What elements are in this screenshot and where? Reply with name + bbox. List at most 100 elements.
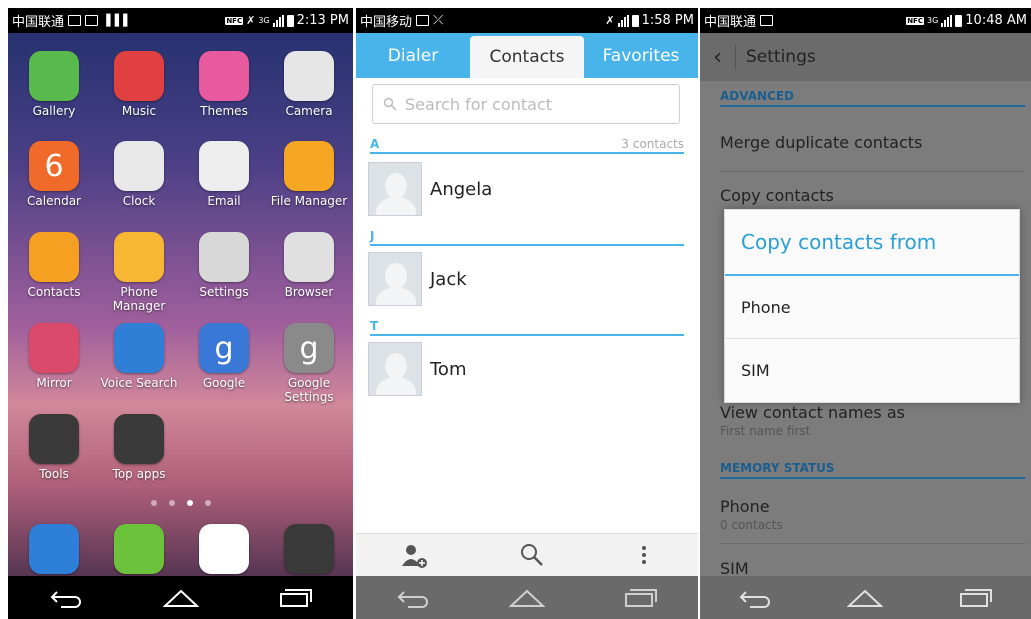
recents-button[interactable] bbox=[623, 586, 659, 610]
home-button[interactable] bbox=[509, 586, 545, 610]
app-gallery[interactable]: Gallery bbox=[11, 51, 97, 118]
clock-icon bbox=[114, 141, 164, 191]
dock-phone[interactable] bbox=[11, 524, 97, 574]
recents-button[interactable] bbox=[278, 586, 314, 610]
app-camera[interactable]: Camera bbox=[266, 51, 352, 118]
battery-icon bbox=[631, 14, 639, 27]
more-options-button[interactable] bbox=[634, 540, 654, 570]
phone-memory-item[interactable]: Phone 0 contacts bbox=[720, 497, 1025, 532]
contacts-tabs: Dialer Contacts Favorites bbox=[356, 33, 698, 78]
tab-dialer[interactable]: Dialer bbox=[356, 33, 470, 78]
app-label: Email bbox=[207, 194, 241, 208]
back-arrow-icon[interactable]: ‹ bbox=[700, 44, 736, 70]
app-calendar[interactable]: 6 Calendar bbox=[11, 141, 97, 208]
battery-icon bbox=[286, 14, 294, 27]
dock-play-store[interactable] bbox=[181, 524, 267, 574]
barcode-notification-icon: ▐▐▐ bbox=[102, 14, 128, 27]
mute-icon: ✗ bbox=[605, 14, 615, 27]
phone-memory-label: Phone bbox=[720, 497, 770, 516]
contact-row-jack[interactable]: Jack bbox=[368, 251, 688, 307]
search-input[interactable]: Search for contact bbox=[372, 84, 680, 124]
contact-row-angela[interactable]: Angela bbox=[368, 161, 688, 217]
tab-favorites[interactable]: Favorites bbox=[584, 33, 698, 78]
merge-duplicates-item[interactable]: Merge duplicate contacts bbox=[720, 133, 1025, 152]
app-label: Google Settings bbox=[284, 376, 334, 404]
add-contact-button[interactable] bbox=[400, 540, 430, 570]
search-button[interactable] bbox=[517, 540, 547, 570]
settings-header: ‹ Settings bbox=[700, 33, 1031, 81]
app-themes[interactable]: Themes bbox=[181, 51, 267, 118]
app-label: Themes bbox=[200, 104, 248, 118]
app-music[interactable]: Music bbox=[96, 51, 182, 118]
section-header-advanced: ADVANCED bbox=[720, 89, 1025, 107]
contacts-icon bbox=[29, 232, 79, 282]
back-button[interactable] bbox=[48, 586, 84, 610]
app-email[interactable]: Email bbox=[181, 141, 267, 208]
tab-contacts[interactable]: Contacts bbox=[470, 36, 584, 78]
play-store-icon bbox=[199, 524, 249, 574]
page-dot-active bbox=[186, 500, 193, 506]
home-button[interactable] bbox=[847, 586, 884, 610]
alert-notification-icon bbox=[85, 15, 99, 26]
carrier-label: 中国联通 bbox=[704, 15, 757, 30]
app-label: Tools bbox=[39, 467, 69, 481]
app-phone-manager[interactable]: Phone Manager bbox=[96, 232, 182, 313]
dock-google-apps-folder[interactable] bbox=[266, 524, 352, 574]
view-names-label: View contact names as bbox=[720, 403, 905, 422]
section-letter: J bbox=[370, 229, 375, 243]
page-dot bbox=[150, 500, 157, 506]
app-label: Camera bbox=[285, 104, 333, 118]
contact-name: Jack bbox=[430, 268, 467, 290]
tools-folder-icon bbox=[29, 414, 79, 464]
clock-time: 1:58 PM bbox=[641, 13, 694, 28]
home-button[interactable] bbox=[162, 586, 199, 610]
avatar bbox=[368, 162, 422, 216]
back-button[interactable] bbox=[395, 586, 431, 610]
signal-icon bbox=[941, 14, 953, 27]
nfc-icon: NFC bbox=[906, 16, 924, 25]
view-names-item[interactable]: View contact names as First name first bbox=[720, 403, 1025, 438]
copy-contacts-item[interactable]: Copy contacts bbox=[720, 186, 1025, 205]
option-sim[interactable]: SIM bbox=[725, 339, 1019, 402]
avatar bbox=[368, 342, 422, 396]
app-file-manager[interactable]: File Manager bbox=[266, 141, 352, 208]
section-header-j: J bbox=[370, 228, 684, 246]
option-phone[interactable]: Phone bbox=[725, 276, 1019, 339]
top-apps-folder-icon bbox=[114, 414, 164, 464]
contacts-action-bar bbox=[356, 533, 698, 576]
app-settings[interactable]: Settings bbox=[181, 232, 267, 299]
recents-button[interactable] bbox=[958, 586, 994, 610]
app-browser[interactable]: Browser bbox=[266, 232, 352, 299]
contacts-count: 3 contacts bbox=[621, 137, 684, 151]
network-type: 3G bbox=[258, 16, 270, 25]
app-google[interactable]: g Google bbox=[181, 323, 267, 390]
back-button[interactable] bbox=[737, 586, 773, 610]
dialog-title: Copy contacts from bbox=[725, 210, 1019, 276]
contact-row-tom[interactable]: Tom bbox=[368, 341, 688, 397]
app-top-apps[interactable]: Top apps bbox=[96, 414, 182, 481]
app-clock[interactable]: Clock bbox=[96, 141, 182, 208]
section-header-a: A 3 contacts bbox=[370, 136, 684, 154]
app-tools[interactable]: Tools bbox=[11, 414, 97, 481]
app-voice-search[interactable]: Voice Search bbox=[96, 323, 182, 390]
image-notification-icon bbox=[68, 15, 82, 26]
page-dot bbox=[168, 500, 175, 506]
network-type: 3G bbox=[926, 16, 939, 25]
app-contacts[interactable]: Contacts bbox=[11, 232, 97, 299]
mirror-icon bbox=[29, 323, 79, 373]
app-label: Gallery bbox=[32, 104, 76, 118]
mute-icon: ✗ bbox=[246, 14, 256, 27]
missed-call-icon: ⤫ bbox=[433, 13, 444, 28]
app-label: Contacts bbox=[27, 285, 81, 299]
microphone-icon bbox=[114, 323, 164, 373]
app-google-settings[interactable]: g Google Settings bbox=[266, 323, 352, 404]
gallery-icon bbox=[29, 51, 79, 101]
app-label: File Manager bbox=[270, 194, 348, 208]
dock-messaging[interactable] bbox=[96, 524, 182, 574]
app-mirror[interactable]: Mirror bbox=[11, 323, 97, 390]
status-bar: 中国联通 NFC 3G 10:48 AM bbox=[700, 8, 1031, 33]
google-icon: g bbox=[199, 323, 249, 373]
section-header-t: T bbox=[370, 318, 684, 336]
camera-icon bbox=[284, 51, 334, 101]
app-label: Settings bbox=[199, 285, 249, 299]
